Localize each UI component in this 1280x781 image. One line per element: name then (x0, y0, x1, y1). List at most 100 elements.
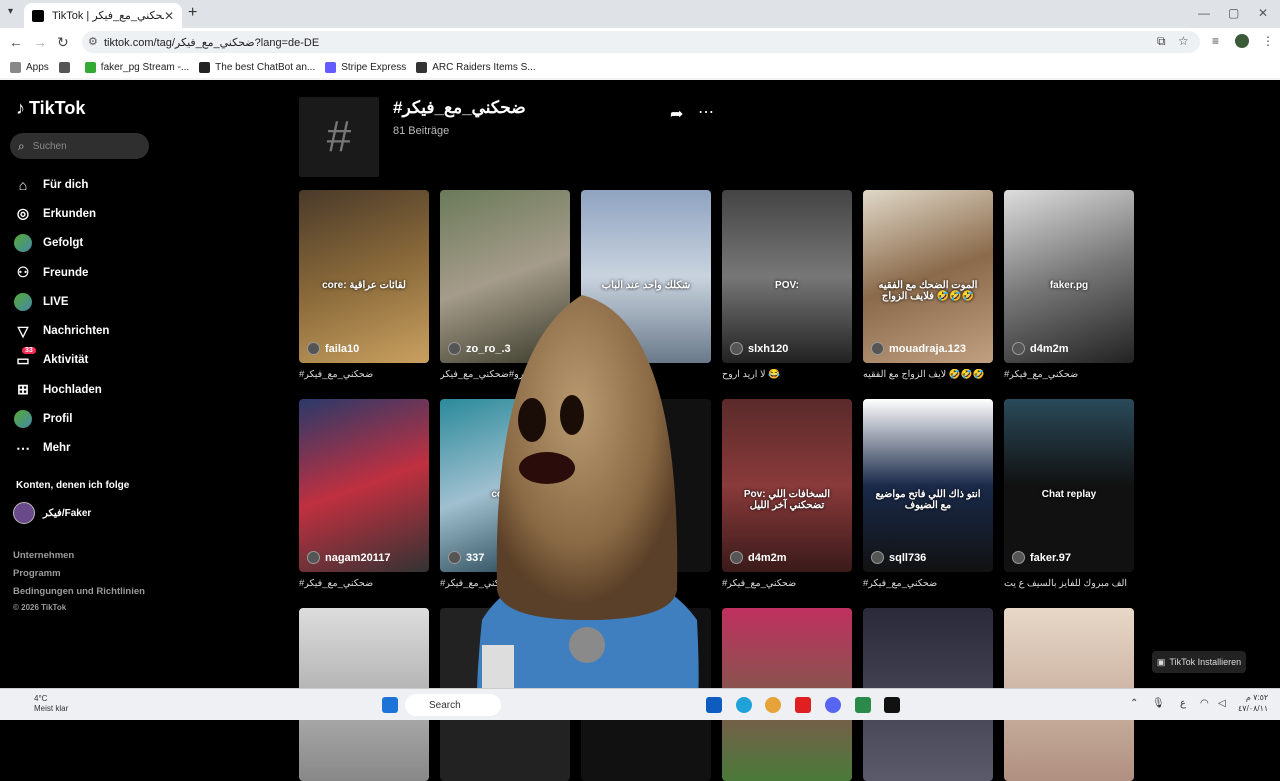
avatar (871, 342, 884, 355)
video-username[interactable]: faila10 (307, 342, 359, 355)
windows-start-icon[interactable] (382, 697, 398, 713)
video-username[interactable]: sqll736 (871, 551, 926, 564)
profile-avatar[interactable] (1235, 34, 1249, 48)
weather-desc: Meist klar (34, 704, 69, 713)
username-text: mouadraja.123 (889, 342, 967, 355)
video-thumbnail[interactable]: الموت الضحك مع الفقيه فلايف الزواج 🤣🤣🤣 mo… (863, 190, 993, 363)
video-caption[interactable]: لا اريد اروح 😂 (722, 369, 852, 380)
video-thumbnail[interactable]: Chat replay faker.97 (1004, 399, 1134, 572)
video-caption[interactable]: لايف الزواج مع الفقيه 🤣🤣🤣 (863, 369, 993, 380)
video-username[interactable]: faker.97 (1012, 551, 1071, 564)
following-account[interactable]: فيكر/Faker (13, 502, 91, 524)
weather-widget[interactable]: 4°C Meist klar (14, 694, 68, 714)
video-username[interactable]: d4m2m (1012, 342, 1069, 355)
tiktok-taskbar-icon[interactable] (884, 697, 900, 713)
taskbar-search-label: Search (429, 699, 461, 711)
username-text: slxh120 (748, 342, 789, 355)
keyboard-language[interactable]: ع (1180, 698, 1186, 709)
video-username[interactable]: slxh120 (730, 342, 788, 355)
back-icon[interactable]: ← (9, 34, 23, 50)
video-card[interactable]: faker.pg d4m2m #ضحكني_مع_فيكر (1004, 190, 1134, 380)
bookmark-item[interactable]: Stripe Express (325, 61, 407, 73)
nav-item-live[interactable]: LIVE (14, 287, 164, 316)
tab-search-icon[interactable]: ▾ (8, 6, 13, 17)
reload-icon[interactable]: ↻ (57, 34, 69, 51)
bookmark-item[interactable]: ARC Raiders Items S... (416, 61, 536, 73)
forward-icon[interactable]: → (33, 34, 47, 50)
video-thumbnail[interactable]: Pov: السخافات اللي تضحكني آخر الليل d4m2m (722, 399, 852, 572)
maximize-icon[interactable]: ▢ (1228, 6, 1239, 20)
taskbar-search[interactable]: Search (405, 694, 501, 716)
edge-icon[interactable] (736, 697, 752, 713)
video-username[interactable]: d4m2m (730, 551, 787, 564)
minimize-icon[interactable]: — (1198, 6, 1210, 20)
video-caption[interactable]: الف مبروك للفايز بالسيف ع يت (1004, 578, 1134, 589)
video-caption[interactable]: #ضحكني_مع_فيكر (863, 578, 993, 589)
video-card[interactable]: Pov: السخافات اللي تضحكني آخر الليل d4m2m… (722, 399, 852, 589)
bookmark-star-icon[interactable]: ☆ (1178, 34, 1189, 48)
tiktok-logo[interactable]: ♪ TikTok (16, 98, 85, 119)
reading-list-icon[interactable]: ≡ (1212, 34, 1219, 48)
volume-icon[interactable]: ◁ (1218, 698, 1226, 709)
video-caption[interactable]: #ضحكني_مع_فيكر (722, 578, 852, 589)
address-bar[interactable]: ⚙ tiktok.com/tag/ضحكني_مع_فيكر?lang=de-D… (82, 31, 1200, 53)
active-tab[interactable]: TikTok | ضحكني_مع_فيكر# ✕ (24, 3, 182, 28)
video-username[interactable]: mouadraja.123 (871, 342, 966, 355)
video-overlay-text: faker.pg (1049, 280, 1089, 291)
more-options-icon[interactable]: ⋯ (698, 102, 714, 122)
video-username[interactable]: nagam20117 (307, 551, 390, 564)
avatar (730, 551, 743, 564)
video-caption[interactable]: #ضحكني_مع_فيكر (299, 369, 429, 380)
footer-link-terms[interactable]: Bedingungen und Richtlinien (13, 583, 145, 601)
search-input[interactable]: ⌕ Suchen (10, 133, 149, 159)
clock[interactable]: ٧:٥٢ م ٤٧/٠٨/١١ (1238, 692, 1268, 714)
bookmark-item[interactable]: Apps (10, 61, 49, 73)
bookmark-item[interactable]: faker_pg Stream -... (84, 61, 190, 73)
discord-icon[interactable] (825, 697, 841, 713)
video-thumbnail[interactable]: faker.pg d4m2m (1004, 190, 1134, 363)
video-thumbnail[interactable]: POV: slxh120 (722, 190, 852, 363)
app-icon[interactable] (855, 697, 871, 713)
bookmark-label: Stripe Express (341, 61, 407, 73)
install-tiktok-button[interactable]: ▣ TikTok Installieren (1152, 651, 1246, 673)
chevron-up-icon[interactable]: ⌃ (1130, 698, 1138, 709)
video-thumbnail[interactable]: core: لقائات عراقية faila10 (299, 190, 429, 363)
nav-item-freunde[interactable]: ⚇ Freunde (14, 258, 164, 287)
video-thumbnail[interactable]: nagam20117 (299, 399, 429, 572)
bookmark-item[interactable] (58, 61, 75, 73)
nav-item-für-dich[interactable]: ⌂ Für dich (14, 170, 164, 199)
nav-item-hochladen[interactable]: ⊞ Hochladen (14, 375, 164, 404)
outlook-icon[interactable] (706, 697, 722, 713)
nav-item-nachrichten[interactable]: ▽ Nachrichten (14, 316, 164, 345)
bookmark-label: faker_pg Stream -... (100, 61, 190, 73)
browser-menu-icon[interactable]: ⋮ (1262, 34, 1274, 48)
footer-link-unternehmen[interactable]: Unternehmen (13, 547, 145, 565)
close-window-icon[interactable]: ✕ (1258, 6, 1268, 20)
video-card[interactable]: انتو ذاك اللي فاتح مواضيع مع الضيوف sqll7… (863, 399, 993, 589)
nav-item-mehr[interactable]: ⋯ Mehr (14, 434, 164, 463)
site-info-icon[interactable]: ⚙ (88, 35, 98, 48)
nav-item-aktivität[interactable]: ▭ 33 Aktivität (14, 346, 164, 375)
chrome-icon[interactable] (765, 697, 781, 713)
nav-item-gefolgt[interactable]: Gefolgt (14, 229, 164, 258)
tab-title: TikTok | ضحكني_مع_فيكر# (52, 10, 164, 22)
bookmark-item[interactable]: The best ChatBot an... (199, 61, 315, 73)
video-card[interactable]: الموت الضحك مع الفقيه فلايف الزواج 🤣🤣🤣 mo… (863, 190, 993, 380)
video-caption[interactable]: #ضحكني_مع_فيكر (299, 578, 429, 589)
video-card[interactable]: POV: slxh120 لا اريد اروح 😂 (722, 190, 852, 380)
nav-item-profil[interactable]: Profil (14, 404, 164, 433)
nav-item-erkunden[interactable]: ◎ Erkunden (14, 199, 164, 228)
video-card[interactable]: nagam20117 #ضحكني_مع_فيكر (299, 399, 429, 589)
install-app-icon[interactable]: ⧉ (1157, 34, 1166, 49)
wifi-icon[interactable]: ◠ (1200, 698, 1209, 709)
video-card[interactable]: core: لقائات عراقية faila10 #ضحكني_مع_فيكر (299, 190, 429, 380)
close-tab-icon[interactable]: ✕ (164, 9, 174, 23)
microphone-icon[interactable]: 🎙 (1152, 698, 1165, 709)
share-icon[interactable]: ➦ (670, 104, 683, 124)
footer-link-programm[interactable]: Programm (13, 565, 145, 583)
youtube-icon[interactable] (795, 697, 811, 713)
new-tab-button[interactable]: + (188, 4, 197, 22)
video-thumbnail[interactable]: انتو ذاك اللي فاتح مواضيع مع الضيوف sqll7… (863, 399, 993, 572)
video-card[interactable]: Chat replay faker.97 الف مبروك للفايز بالس… (1004, 399, 1134, 589)
video-caption[interactable]: #ضحكني_مع_فيكر (1004, 369, 1134, 380)
